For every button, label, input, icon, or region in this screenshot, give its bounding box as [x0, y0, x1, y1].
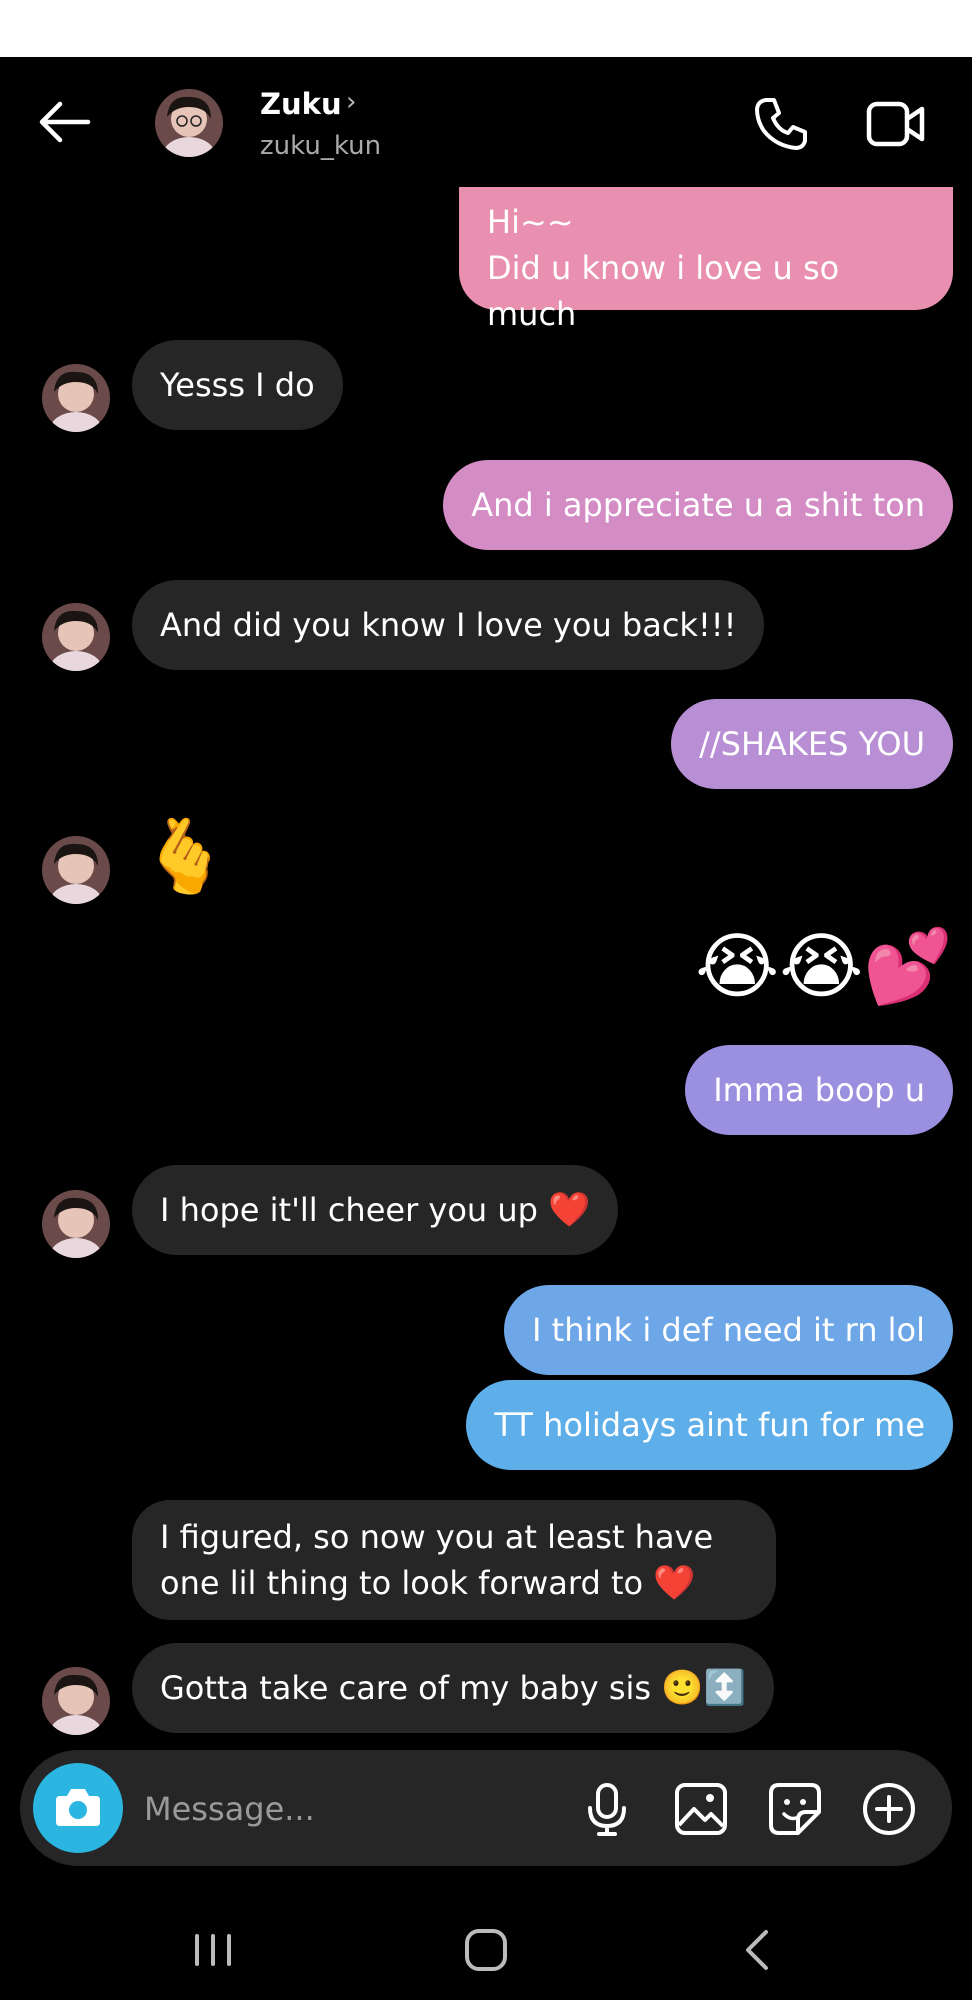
message-bubble-received[interactable]: I figured, so now you at least have one …	[132, 1500, 776, 1620]
message-text: I hope it'll cheer you up	[160, 1191, 538, 1229]
more-button[interactable]	[860, 1780, 918, 1838]
emoji: 🙂↕️	[661, 1668, 746, 1708]
system-nav-bar	[0, 1900, 972, 2000]
message-text: Gotta take care of my baby sis	[160, 1669, 652, 1707]
message-bubble-received[interactable]: And did you know I love you back!!!	[132, 580, 765, 670]
camera-button[interactable]	[33, 1763, 123, 1853]
message-bubble-sent[interactable]: TT holidays aint fun for me	[466, 1380, 953, 1470]
message-input[interactable]	[142, 1778, 566, 1840]
message-line: Hi~~	[487, 203, 574, 241]
sticker-icon	[769, 1783, 821, 1835]
message-bubble-sent[interactable]: Imma boop u	[685, 1045, 953, 1135]
video-camera-icon	[866, 101, 925, 147]
microphone-icon	[588, 1783, 626, 1836]
avatar[interactable]	[42, 364, 110, 432]
message-bubble-received[interactable]: Yesss I do	[132, 340, 343, 430]
message-line: Did u know i love u so much	[487, 249, 840, 333]
microphone-button[interactable]	[578, 1780, 636, 1838]
image-icon	[675, 1783, 727, 1835]
system-back-button[interactable]	[718, 1920, 798, 1980]
chat-header: Zuku › zuku_kun	[0, 57, 972, 187]
chevron-left-icon	[746, 1930, 768, 1970]
message-composer	[20, 1750, 952, 1866]
avatar[interactable]	[42, 1190, 110, 1258]
recent-apps-icon	[195, 1934, 231, 1966]
heart-emoji: ❤️	[653, 1563, 696, 1603]
contact-username[interactable]: zuku_kun	[260, 131, 381, 161]
message-bubble-received[interactable]: Gotta take care of my baby sis 🙂↕️	[132, 1643, 774, 1733]
message-line: one lil thing to look forward to	[160, 1564, 644, 1602]
message-bubble-received[interactable]: I hope it'll cheer you up ❤️	[132, 1165, 619, 1255]
avatar[interactable]	[42, 603, 110, 671]
voice-call-button[interactable]	[752, 95, 810, 153]
status-bar	[0, 0, 972, 57]
message-bubble-sent[interactable]: And i appreciate u a shit ton	[443, 460, 953, 550]
plus-circle-icon	[863, 1783, 915, 1835]
arrow-left-icon	[39, 101, 91, 143]
heart-emoji: ❤️	[548, 1190, 591, 1230]
message-bubble-sent[interactable]: //SHAKES YOU	[671, 699, 953, 789]
contact-name[interactable]: Zuku	[260, 87, 342, 121]
back-button[interactable]	[36, 97, 94, 147]
phone-icon	[755, 98, 807, 150]
home-icon	[465, 1929, 507, 1971]
avatar[interactable]	[42, 1667, 110, 1735]
avatar[interactable]	[155, 89, 223, 157]
message-bubble-sent[interactable]: Hi~~ Did u know i love u so much	[459, 187, 953, 333]
message-line: I figured, so now you at least have	[160, 1518, 714, 1556]
sticker-button[interactable]	[766, 1780, 824, 1838]
emoji-message-sent[interactable]: 😭😭💕	[695, 930, 953, 1002]
home-button[interactable]	[446, 1920, 526, 1980]
recent-apps-button[interactable]	[173, 1920, 253, 1980]
gallery-button[interactable]	[672, 1780, 730, 1838]
emoji-message-received[interactable]: 🫰	[140, 820, 230, 892]
message-bubble-sent[interactable]: I think i def need it rn lol	[504, 1285, 953, 1375]
camera-icon	[56, 1789, 100, 1826]
video-call-button[interactable]	[866, 99, 926, 149]
chevron-right-icon[interactable]: ›	[346, 87, 356, 117]
avatar[interactable]	[42, 836, 110, 904]
